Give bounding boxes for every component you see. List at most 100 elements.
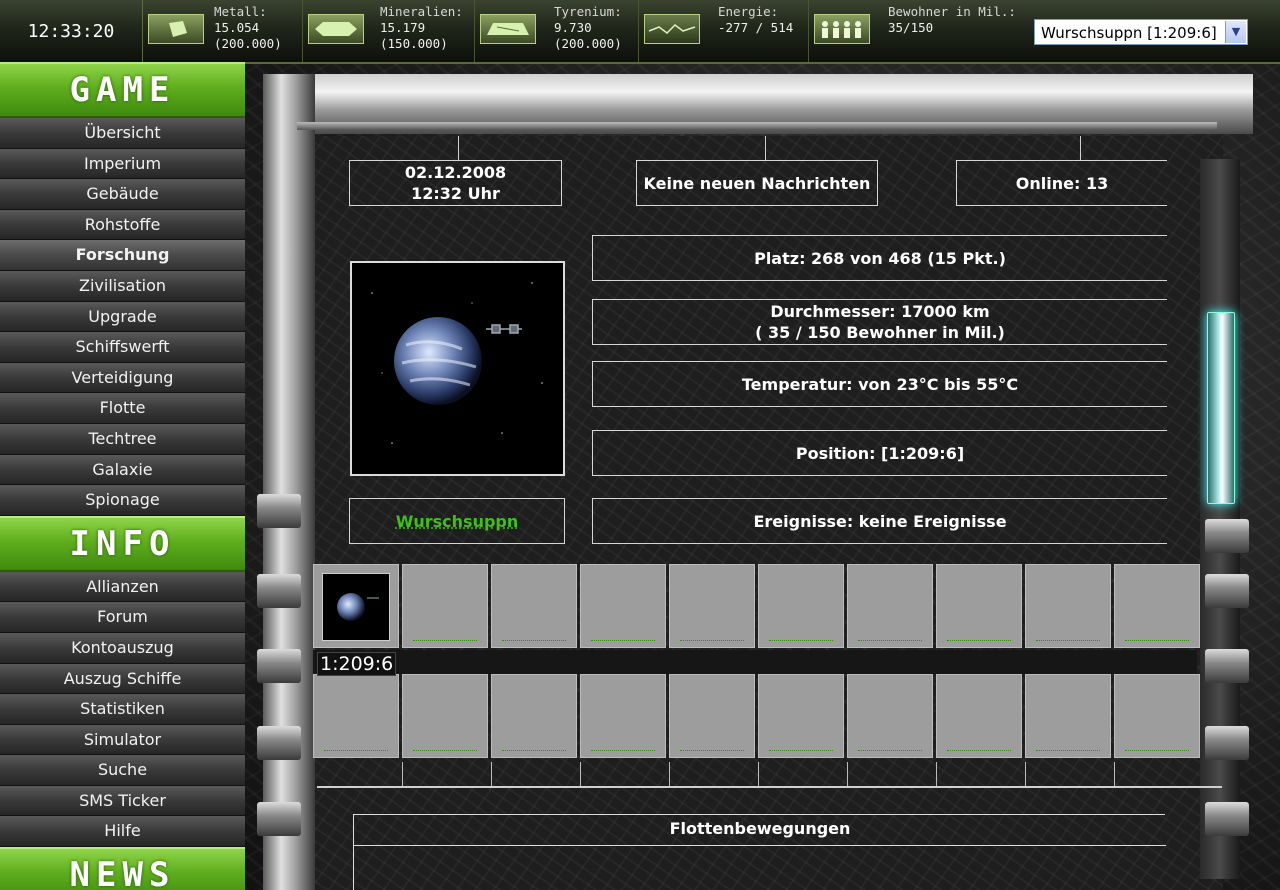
sidebar-info-item[interactable]: Statistiken xyxy=(0,694,245,725)
connector-line xyxy=(758,762,759,786)
planet-image[interactable] xyxy=(350,261,565,476)
fleet-divider xyxy=(354,845,1166,846)
planet-select[interactable]: Wurschsuppn [1:209:6] ▼ xyxy=(1034,19,1248,45)
planet-select-value: Wurschsuppn [1:209:6] xyxy=(1041,24,1217,42)
sidebar-info-item[interactable]: Allianzen xyxy=(0,571,245,603)
sidebar-game-item[interactable]: Galaxie xyxy=(0,454,245,486)
section-header-info: INFO xyxy=(0,515,245,572)
resource-capacity: (200.000) xyxy=(214,36,282,51)
sidebar-game-item[interactable]: Verteidigung xyxy=(0,362,245,394)
planet-name-link[interactable]: Wurschsuppn xyxy=(396,511,519,532)
connector-line xyxy=(936,762,937,786)
resource-capacity: (150.000) xyxy=(380,36,448,51)
slot-underline xyxy=(1036,750,1100,751)
sidebar-info-item[interactable]: Hilfe xyxy=(0,816,245,848)
sidebar-info-item[interactable]: Auszug Schiffe xyxy=(0,663,245,695)
time-text: 12:32 Uhr xyxy=(411,184,500,203)
planet-slot-empty[interactable] xyxy=(491,564,577,648)
planet-slot-empty[interactable] xyxy=(580,674,666,758)
sidebar-game-item[interactable]: Schiffswerft xyxy=(0,332,245,363)
planet-slot-empty[interactable] xyxy=(936,674,1022,758)
sidebar-info-item[interactable]: Simulator xyxy=(0,724,245,756)
slot-underline xyxy=(858,750,922,751)
planet-slot-empty[interactable] xyxy=(847,564,933,648)
frame-knob xyxy=(257,574,301,608)
date-text: 02.12.2008 xyxy=(404,163,507,182)
resource-metal: Metall: 15.054 (200.000) xyxy=(142,0,303,62)
connector-line xyxy=(1080,136,1081,160)
diameter-text: Durchmesser: 17000 km xyxy=(770,302,990,321)
resource-value: 35/150 xyxy=(888,20,934,35)
planet-slot-empty[interactable] xyxy=(313,674,399,758)
coord-row xyxy=(313,650,1197,674)
chevron-down-icon[interactable]: ▼ xyxy=(1225,21,1246,43)
planet-coord-label: 1:209:6 xyxy=(317,652,397,676)
sidebar-game-item[interactable]: Forschung xyxy=(0,240,245,271)
planet-slot-empty[interactable] xyxy=(936,564,1022,648)
events-box: Ereignisse: keine Ereignisse xyxy=(592,498,1167,544)
planet-slot-empty[interactable] xyxy=(402,564,488,648)
planet-slot-empty[interactable] xyxy=(669,564,755,648)
frame-knob xyxy=(1205,649,1249,683)
planet-slot-empty[interactable] xyxy=(758,564,844,648)
rank-box: Platz: 268 von 468 (15 Pkt.) xyxy=(592,235,1167,281)
resource-tyrenium: Tyrenium: 9.730 (200.000) xyxy=(474,0,639,62)
planet-thumbnail[interactable] xyxy=(322,573,390,641)
sidebar-game-item[interactable]: Zivilisation xyxy=(0,270,245,302)
messages-link[interactable]: Keine neuen Nachrichten xyxy=(636,160,878,206)
frame-knob xyxy=(257,802,301,836)
planet-slot-empty[interactable] xyxy=(1114,674,1200,758)
sidebar-info-item[interactable]: Forum xyxy=(0,602,245,633)
sidebar-info-item[interactable]: SMS Ticker xyxy=(0,785,245,817)
resource-minerals: Mineralien: 15.179 (150.000) xyxy=(302,0,475,62)
planet-slot-empty[interactable] xyxy=(580,564,666,648)
resource-population: Bewohner in Mil.: 35/150 xyxy=(808,0,1028,62)
sidebar-game-item[interactable]: Flotte xyxy=(0,393,245,424)
slot-underline xyxy=(502,640,566,641)
slot-underline xyxy=(1036,640,1100,641)
resource-energy: Energie: -277 / 514 xyxy=(638,0,809,62)
resource-capacity: (200.000) xyxy=(554,36,622,51)
slot-underline xyxy=(413,640,477,641)
section-header-news: NEWS xyxy=(0,847,245,890)
connector-line xyxy=(847,762,848,786)
temperature-box: Temperatur: von 23°C bis 55°C xyxy=(592,361,1167,407)
frame-divider xyxy=(297,122,1217,130)
connector-line xyxy=(1114,762,1115,786)
energy-icon xyxy=(644,14,700,44)
slot-underline xyxy=(947,640,1011,641)
population-icon xyxy=(814,14,870,44)
planet-slot-empty[interactable] xyxy=(1025,564,1111,648)
sidebar-game-item[interactable]: Spionage xyxy=(0,485,245,516)
connector-line xyxy=(458,136,459,160)
connector-line xyxy=(402,762,403,786)
sidebar-info-item[interactable]: Kontoauszug xyxy=(0,632,245,664)
planet-strip: 1:209:6 xyxy=(313,564,1200,760)
sidebar-game-item[interactable]: Techtree xyxy=(0,423,245,455)
planet-slot-empty[interactable] xyxy=(758,674,844,758)
planet-name-box: Wurschsuppn xyxy=(349,498,565,544)
planet-slot-empty[interactable] xyxy=(1114,564,1200,648)
resource-name: Mineralien: xyxy=(380,4,463,19)
sidebar-game-item[interactable]: Imperium xyxy=(0,148,245,180)
sidebar-game-item[interactable]: Gebäude xyxy=(0,179,245,210)
planet-slot-empty[interactable] xyxy=(847,674,933,758)
slot-underline xyxy=(502,750,566,751)
resource-name: Metall: xyxy=(214,4,267,19)
sidebar-game-item[interactable]: Übersicht xyxy=(0,118,245,149)
online-count: Online: 13 xyxy=(956,160,1167,206)
population-text: ( 35 / 150 Bewohner in Mil.) xyxy=(755,323,1005,342)
sidebar-game-item[interactable]: Upgrade xyxy=(0,301,245,333)
planet-slot-empty[interactable] xyxy=(1025,674,1111,758)
glow-bar xyxy=(1207,312,1235,504)
tyrenium-icon xyxy=(480,14,536,44)
sidebar-info-item[interactable]: Suche xyxy=(0,755,245,786)
connector-line xyxy=(491,762,492,786)
fleet-title: Flottenbewegungen xyxy=(669,819,851,838)
planet-slot-active[interactable] xyxy=(313,564,399,648)
planet-slot-empty[interactable] xyxy=(669,674,755,758)
slot-underline xyxy=(680,640,744,641)
sidebar-game-item[interactable]: Rohstoffe xyxy=(0,209,245,241)
planet-slot-empty[interactable] xyxy=(402,674,488,758)
planet-slot-empty[interactable] xyxy=(491,674,577,758)
